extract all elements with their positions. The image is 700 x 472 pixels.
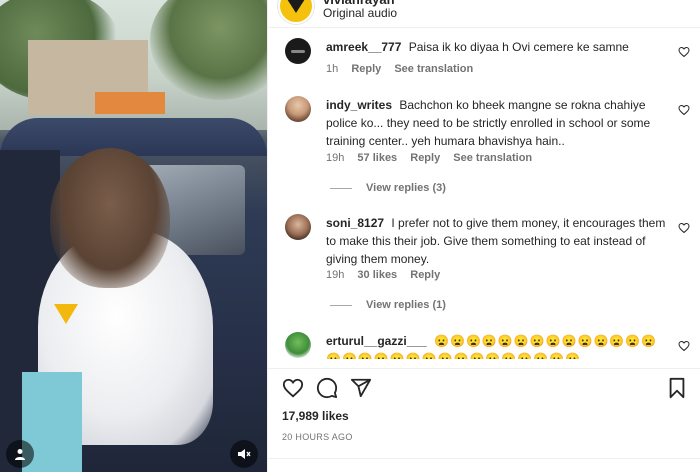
likes-count[interactable]: 17,989 likes [282, 409, 349, 423]
heart-icon[interactable] [678, 46, 690, 58]
post-side-panel: vivianrayan Original audio amreek__777 P… [267, 0, 700, 472]
heart-icon[interactable] [678, 340, 690, 352]
view-replies-button[interactable]: View replies (1) [330, 299, 446, 311]
view-replies-label: View replies (1) [366, 299, 446, 311]
comment-icon[interactable] [316, 377, 338, 399]
view-replies-button[interactable]: View replies (3) [330, 182, 446, 194]
audio-label[interactable]: Original audio [323, 6, 397, 20]
video-orange-sign [95, 92, 165, 114]
bookmark-icon[interactable] [666, 377, 688, 399]
tagged-users-button[interactable] [6, 440, 34, 468]
comment-time[interactable]: 1h [326, 63, 338, 75]
reply-button[interactable]: Reply [410, 269, 440, 281]
comment-time[interactable]: 19h [326, 152, 344, 164]
author-avatar[interactable] [278, 0, 314, 24]
reply-button[interactable]: Reply [351, 63, 381, 75]
reply-button[interactable]: Reply [410, 152, 440, 164]
add-comment-bar [268, 458, 700, 472]
comment-username[interactable]: erturul__gazzi___ [326, 334, 427, 348]
comment-likes[interactable]: 57 likes [357, 152, 397, 164]
replies-divider [330, 187, 352, 189]
heart-icon[interactable] [282, 377, 304, 399]
view-replies-label: View replies (3) [366, 182, 446, 194]
commenter-avatar[interactable] [285, 332, 311, 358]
post-actions-bar [268, 368, 700, 400]
comment-username[interactable]: amreek__777 [326, 40, 401, 54]
video-person-hair [50, 148, 170, 288]
commenter-avatar[interactable] [285, 38, 311, 64]
post-header: vivianrayan Original audio [268, 0, 700, 28]
comments-list[interactable]: amreek__777 Paisa ik ko diyaa h Ovi ceme… [268, 34, 700, 359]
comment-username[interactable]: soni_8127 [326, 216, 384, 230]
share-icon[interactable] [350, 377, 372, 399]
comment-username[interactable]: indy_writes [326, 98, 392, 112]
commenter-avatar[interactable] [285, 214, 311, 240]
heart-icon[interactable] [678, 222, 690, 234]
post-timestamp[interactable]: 20 HOURS AGO [282, 432, 353, 442]
see-translation-button[interactable]: See translation [453, 152, 532, 164]
comment-likes[interactable]: 30 likes [357, 269, 397, 281]
comment-text: Paisa ik ko diyaa h Ovi cemere ke samne [408, 40, 629, 54]
brand-logo-icon [287, 0, 305, 13]
replies-divider [330, 304, 352, 306]
commenter-avatar[interactable] [285, 96, 311, 122]
see-translation-button[interactable]: See translation [394, 63, 473, 75]
mute-button[interactable] [230, 440, 258, 468]
speaker-muted-icon [238, 449, 251, 459]
heart-icon[interactable] [678, 104, 690, 116]
comment-time[interactable]: 19h [326, 269, 344, 281]
user-icon [15, 449, 25, 460]
video-player[interactable] [0, 0, 267, 472]
